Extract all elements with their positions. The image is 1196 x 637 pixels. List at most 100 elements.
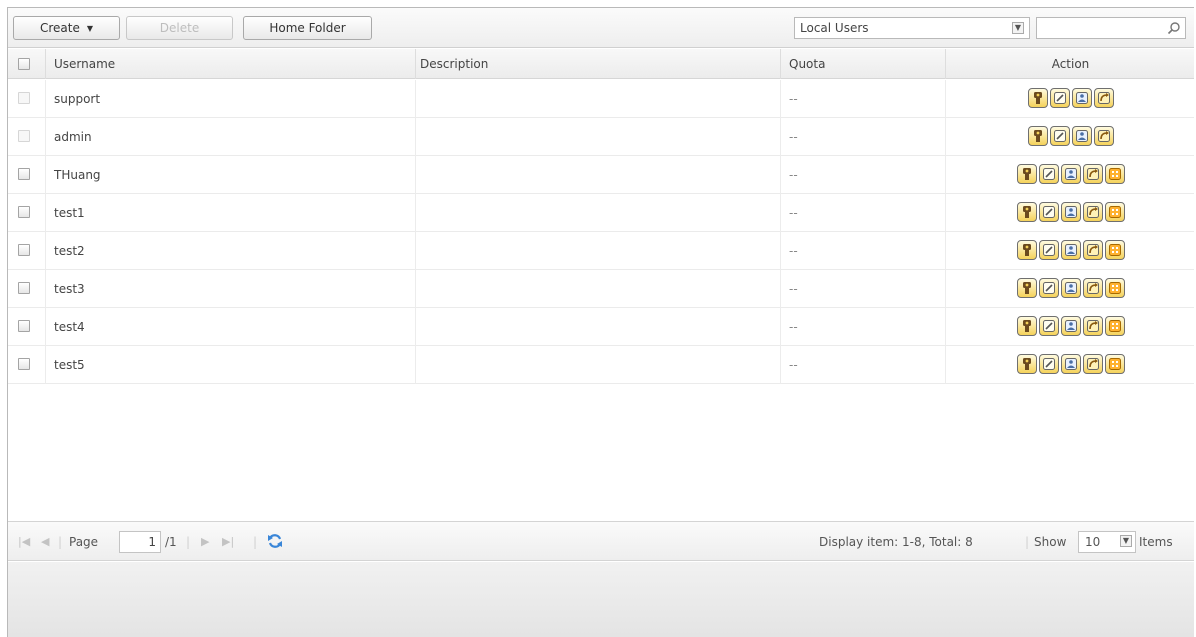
share-icon[interactable] <box>1083 278 1103 298</box>
row-checkbox[interactable] <box>18 244 30 256</box>
page-size-value: 10 <box>1085 535 1101 549</box>
page-number-input[interactable]: 1 <box>119 531 161 553</box>
app-icon[interactable] <box>1105 316 1125 336</box>
share-icon[interactable] <box>1094 88 1114 108</box>
delete-button[interactable]: Delete <box>126 16 233 40</box>
row-checkbox[interactable] <box>18 282 30 294</box>
group-icon[interactable] <box>1061 240 1081 260</box>
share-icon[interactable] <box>1083 202 1103 222</box>
table-row[interactable]: test3 -- <box>8 270 1194 308</box>
total-pages: /1 <box>165 535 177 549</box>
create-button[interactable]: Create ▼ <box>13 16 120 40</box>
table-row[interactable]: test4 -- <box>8 308 1194 346</box>
action-cell <box>946 232 1195 270</box>
table-row[interactable]: test1 -- <box>8 194 1194 232</box>
password-icon[interactable] <box>1028 126 1048 146</box>
search-icon[interactable] <box>1167 21 1181 35</box>
group-icon[interactable] <box>1061 316 1081 336</box>
row-checkbox[interactable] <box>18 130 30 142</box>
description-cell <box>416 270 781 308</box>
app-icon[interactable] <box>1105 240 1125 260</box>
user-management-panel: Create ▼ Delete Home Folder Local Users ▼… <box>7 7 1194 637</box>
group-icon[interactable] <box>1072 88 1092 108</box>
home-folder-button[interactable]: Home Folder <box>243 16 372 40</box>
toolbar: Create ▼ Delete Home Folder Local Users ▼ <box>8 8 1194 48</box>
quota-cell: -- <box>781 80 946 118</box>
page-size-select[interactable]: 10 ▼ <box>1078 531 1136 553</box>
user-type-select[interactable]: Local Users ▼ <box>794 17 1030 39</box>
row-select-cell <box>8 308 46 346</box>
separator: | <box>1025 535 1030 549</box>
share-icon[interactable] <box>1083 164 1103 184</box>
page-label: Page <box>69 535 99 549</box>
app-icon[interactable] <box>1105 202 1125 222</box>
username-cell: test2 <box>46 232 416 270</box>
username-cell: test4 <box>46 308 416 346</box>
table-row[interactable]: THuang -- <box>8 156 1194 194</box>
row-checkbox[interactable] <box>18 320 30 332</box>
description-cell <box>416 232 781 270</box>
edit-icon[interactable] <box>1039 278 1059 298</box>
group-icon[interactable] <box>1061 354 1081 374</box>
table-row[interactable]: support -- <box>8 80 1194 118</box>
edit-icon[interactable] <box>1039 240 1059 260</box>
edit-icon[interactable] <box>1050 126 1070 146</box>
next-page-icon[interactable]: ▶ <box>201 535 209 549</box>
refresh-icon[interactable] <box>267 533 283 549</box>
edit-icon[interactable] <box>1039 164 1059 184</box>
edit-icon[interactable] <box>1039 202 1059 222</box>
footer-area <box>8 562 1194 637</box>
table-row[interactable]: test5 -- <box>8 346 1194 384</box>
column-header-username[interactable]: Username <box>46 49 416 79</box>
username-cell: test3 <box>46 270 416 308</box>
table-row[interactable]: test2 -- <box>8 232 1194 270</box>
share-icon[interactable] <box>1083 316 1103 336</box>
group-icon[interactable] <box>1072 126 1092 146</box>
action-cell <box>946 270 1195 308</box>
dropdown-arrow-icon[interactable]: ▼ <box>1012 22 1024 34</box>
edit-icon[interactable] <box>1039 354 1059 374</box>
prev-page-icon[interactable]: ◀ <box>41 535 49 549</box>
group-icon[interactable] <box>1061 202 1081 222</box>
password-icon[interactable] <box>1017 164 1037 184</box>
group-icon[interactable] <box>1061 278 1081 298</box>
password-icon[interactable] <box>1017 240 1037 260</box>
description-cell <box>416 308 781 346</box>
share-icon[interactable] <box>1083 354 1103 374</box>
quota-cell: -- <box>781 308 946 346</box>
row-select-cell <box>8 118 46 156</box>
table-row[interactable]: admin -- <box>8 118 1194 156</box>
description-cell <box>416 194 781 232</box>
group-icon[interactable] <box>1061 164 1081 184</box>
row-checkbox[interactable] <box>18 168 30 180</box>
user-type-selected: Local Users <box>800 21 869 35</box>
edit-icon[interactable] <box>1050 88 1070 108</box>
separator: | <box>253 535 258 549</box>
separator: | <box>186 535 191 549</box>
dropdown-arrow-icon[interactable]: ▼ <box>1120 535 1132 547</box>
first-page-icon[interactable]: |◀ <box>18 535 30 549</box>
select-all-checkbox[interactable] <box>18 58 30 70</box>
password-icon[interactable] <box>1017 354 1037 374</box>
row-checkbox[interactable] <box>18 92 30 104</box>
password-icon[interactable] <box>1017 278 1037 298</box>
column-header-description[interactable]: Description <box>416 49 781 79</box>
row-checkbox[interactable] <box>18 358 30 370</box>
username-cell: support <box>46 80 416 118</box>
app-icon[interactable] <box>1105 278 1125 298</box>
quota-cell: -- <box>781 232 946 270</box>
app-icon[interactable] <box>1105 164 1125 184</box>
password-icon[interactable] <box>1028 88 1048 108</box>
password-icon[interactable] <box>1017 316 1037 336</box>
username-cell: test5 <box>46 346 416 384</box>
home-folder-button-label: Home Folder <box>269 21 346 35</box>
search-input[interactable] <box>1036 17 1186 39</box>
app-icon[interactable] <box>1105 354 1125 374</box>
row-checkbox[interactable] <box>18 206 30 218</box>
password-icon[interactable] <box>1017 202 1037 222</box>
share-icon[interactable] <box>1083 240 1103 260</box>
share-icon[interactable] <box>1094 126 1114 146</box>
column-header-quota[interactable]: Quota <box>781 49 946 79</box>
last-page-icon[interactable]: ▶| <box>222 535 234 549</box>
edit-icon[interactable] <box>1039 316 1059 336</box>
